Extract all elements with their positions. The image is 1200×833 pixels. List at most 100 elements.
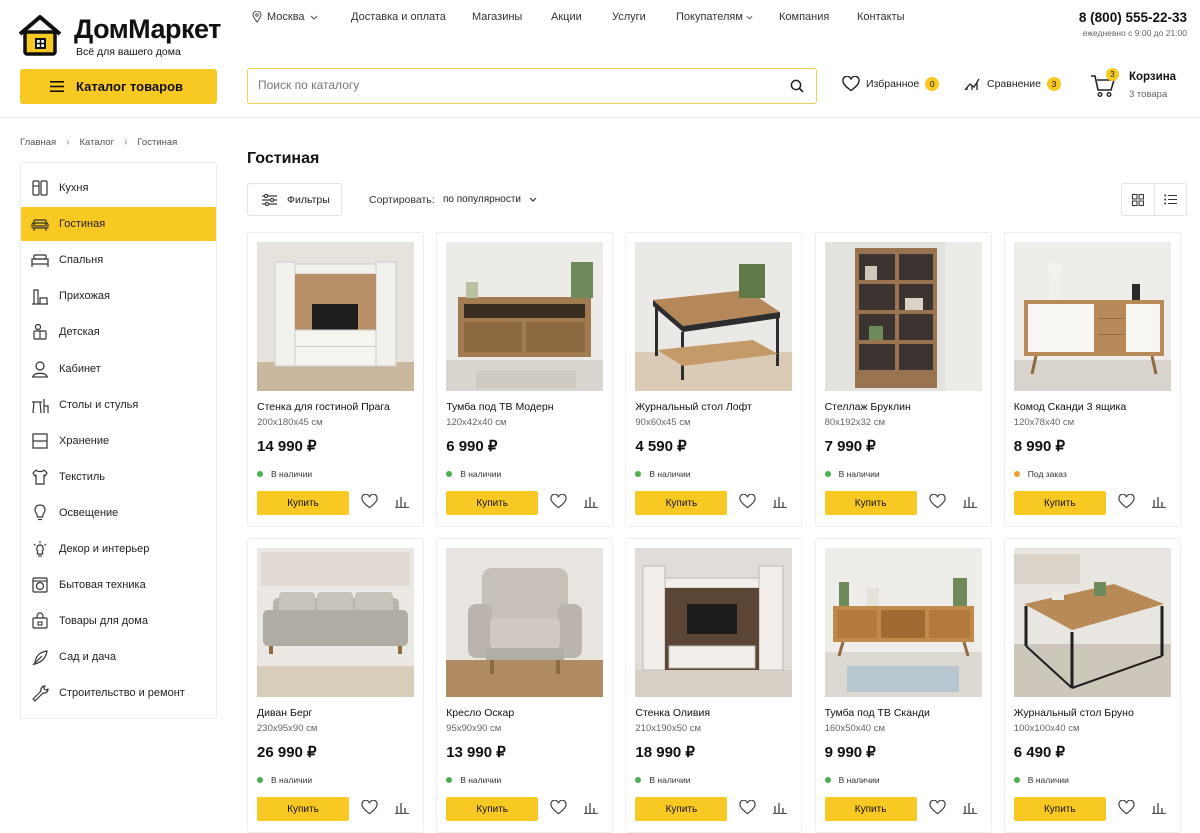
heart-icon[interactable] <box>361 800 378 815</box>
nav-promotions[interactable]: Акции <box>551 11 582 23</box>
heart-icon[interactable] <box>550 800 567 815</box>
product-image[interactable] <box>257 242 414 391</box>
product-card[interactable]: Стенка Оливия 210x190x50 см 18 990 ₽ В нали… <box>625 538 803 833</box>
product-name[interactable]: Кресло Оскар <box>446 707 514 719</box>
sidebar-item[interactable]: Сад и дача <box>21 640 216 674</box>
heart-icon[interactable] <box>739 494 757 509</box>
heart-icon[interactable] <box>928 800 946 815</box>
compare-icon[interactable] <box>1151 801 1166 814</box>
sidebar-item[interactable]: Освещение <box>21 496 216 530</box>
sidebar-item[interactable]: Декор и интерьер <box>21 532 216 566</box>
nav-customers[interactable]: Покупателям <box>676 11 753 23</box>
nav-contacts[interactable]: Контакты <box>857 11 905 23</box>
product-image[interactable] <box>824 242 982 391</box>
product-card[interactable]: Журнальный стол Лофт 90x60x45 см 4 590 ₽ В … <box>625 232 803 527</box>
sidebar-item[interactable]: Текстиль <box>21 460 216 494</box>
sidebar-item[interactable]: Кабинет <box>21 352 216 386</box>
favorites-link[interactable]: Избранное 0 <box>842 76 940 92</box>
buy-button[interactable]: Купить <box>257 797 349 821</box>
product-card[interactable]: Кресло Оскар 95x90x90 см 13 990 ₽ В наличии… <box>436 538 614 833</box>
product-name[interactable]: Диван Берг <box>257 707 312 719</box>
product-name[interactable]: Комод Сканди 3 ящика <box>1014 401 1126 413</box>
compare-link[interactable]: Сравнение 3 <box>963 76 1061 92</box>
cart-count-badge: 3 <box>1106 68 1119 81</box>
compare-icon[interactable] <box>395 495 409 508</box>
product-image[interactable] <box>824 548 982 697</box>
heart-icon[interactable] <box>550 494 567 509</box>
phone-number[interactable]: 8 (800) 555-22-33 <box>1079 10 1187 25</box>
product-name[interactable]: Тумба под ТВ Сканди <box>825 707 930 719</box>
sidebar-item[interactable]: Спальня <box>21 243 216 277</box>
product-name[interactable]: Стенка Оливия <box>635 707 710 719</box>
sort-dropdown[interactable]: по популярности <box>443 194 537 205</box>
product-card[interactable]: Тумба под ТВ Модерн 120x42x40 см 6 990 ₽ В … <box>436 232 614 527</box>
sidebar-item[interactable]: Гостиная <box>21 207 216 242</box>
buy-button[interactable]: Купить <box>257 491 349 515</box>
buy-button[interactable]: Купить <box>635 797 728 821</box>
product-card[interactable]: Журнальный стол Бруно 100x100x40 см 6 490 … <box>1003 538 1181 833</box>
sidebar-item[interactable]: Хранение <box>21 424 216 458</box>
product-image[interactable] <box>1013 242 1171 391</box>
breadcrumb-catalog[interactable]: Каталог <box>80 137 115 148</box>
buy-button[interactable]: Купить <box>635 491 728 515</box>
grid-view-button[interactable] <box>1122 184 1154 215</box>
filters-button[interactable]: Фильтры <box>247 183 342 216</box>
sidebar-item[interactable]: Столы и стулья <box>21 388 216 422</box>
product-image[interactable] <box>257 548 414 697</box>
sidebar-item[interactable]: Товары для дома <box>21 604 216 638</box>
heart-icon[interactable] <box>361 494 378 509</box>
product-card[interactable]: Комод Сканди 3 ящика 120x78x40 см 8 990 ₽ П… <box>1003 232 1181 527</box>
compare-icon[interactable] <box>584 801 599 814</box>
product-image[interactable] <box>1013 548 1171 697</box>
heart-icon[interactable] <box>739 800 757 815</box>
product-name[interactable]: Журнальный стол Лофт <box>635 401 751 413</box>
product-image[interactable] <box>635 242 793 391</box>
buy-button[interactable]: Купить <box>824 797 917 821</box>
product-name[interactable]: Стеллаж Бруклин <box>825 401 911 413</box>
nav-company[interactable]: Компания <box>779 11 829 23</box>
sidebar-item[interactable]: Детская <box>21 315 216 349</box>
nav-stores[interactable]: Магазины <box>472 11 522 23</box>
product-name[interactable]: Тумба под ТВ Модерн <box>446 401 553 413</box>
product-price: 6 990 ₽ <box>446 438 498 455</box>
cart-link[interactable]: 3 Корзина 3 товара <box>1088 68 1198 106</box>
category-sidebar: Кухня Гостиная Спальня Прихожая Детская Кабин… <box>20 162 217 719</box>
compare-icon[interactable] <box>773 495 788 508</box>
product-card[interactable]: Стенка для гостиной Прага 200x180x45 см 14… <box>247 232 424 527</box>
list-view-button[interactable] <box>1153 184 1186 215</box>
sidebar-item-label: Бытовая техника <box>59 579 146 592</box>
buy-button[interactable]: Купить <box>1013 491 1106 515</box>
product-card[interactable]: Диван Берг 230x95x90 см 26 990 ₽ В наличии К… <box>247 538 424 833</box>
product-card[interactable]: Стеллаж Бруклин 80x192x32 см 7 990 ₽ В нали… <box>814 232 992 527</box>
sidebar-item[interactable]: Прихожая <box>21 279 216 313</box>
search-input[interactable] <box>258 78 758 92</box>
buy-button[interactable]: Купить <box>446 491 539 515</box>
buy-button[interactable]: Купить <box>446 797 539 821</box>
sidebar-item[interactable]: Кухня <box>21 171 216 205</box>
compare-icon[interactable] <box>584 495 599 508</box>
nav-delivery[interactable]: Доставка и оплата <box>351 11 446 23</box>
compare-icon[interactable] <box>962 495 977 508</box>
compare-icon[interactable] <box>1151 495 1166 508</box>
buy-button[interactable]: Купить <box>824 491 917 515</box>
sidebar-item[interactable]: Бытовая техника <box>21 568 216 602</box>
buy-button[interactable]: Купить <box>1013 797 1106 821</box>
breadcrumb-home[interactable]: Главная <box>20 137 56 148</box>
nav-services[interactable]: Услуги <box>612 11 646 23</box>
product-name[interactable]: Стенка для гостиной Прага <box>257 401 390 413</box>
product-image[interactable] <box>635 548 793 697</box>
compare-icon[interactable] <box>395 801 409 814</box>
catalog-button[interactable]: Каталог товаров <box>20 69 217 104</box>
product-name[interactable]: Журнальный стол Бруно <box>1014 707 1134 719</box>
sidebar-item[interactable]: Строительство и ремонт <box>21 676 216 710</box>
product-card[interactable]: Тумба под ТВ Сканди 160x50x40 см 9 990 ₽ В … <box>814 538 992 833</box>
product-image[interactable] <box>446 242 604 391</box>
compare-icon[interactable] <box>773 801 788 814</box>
product-price: 13 990 ₽ <box>446 744 506 761</box>
search-icon[interactable] <box>790 79 804 93</box>
heart-icon[interactable] <box>1118 494 1135 509</box>
heart-icon[interactable] <box>1118 800 1135 815</box>
heart-icon[interactable] <box>928 494 946 509</box>
product-image[interactable] <box>446 548 604 697</box>
compare-icon[interactable] <box>962 801 977 814</box>
